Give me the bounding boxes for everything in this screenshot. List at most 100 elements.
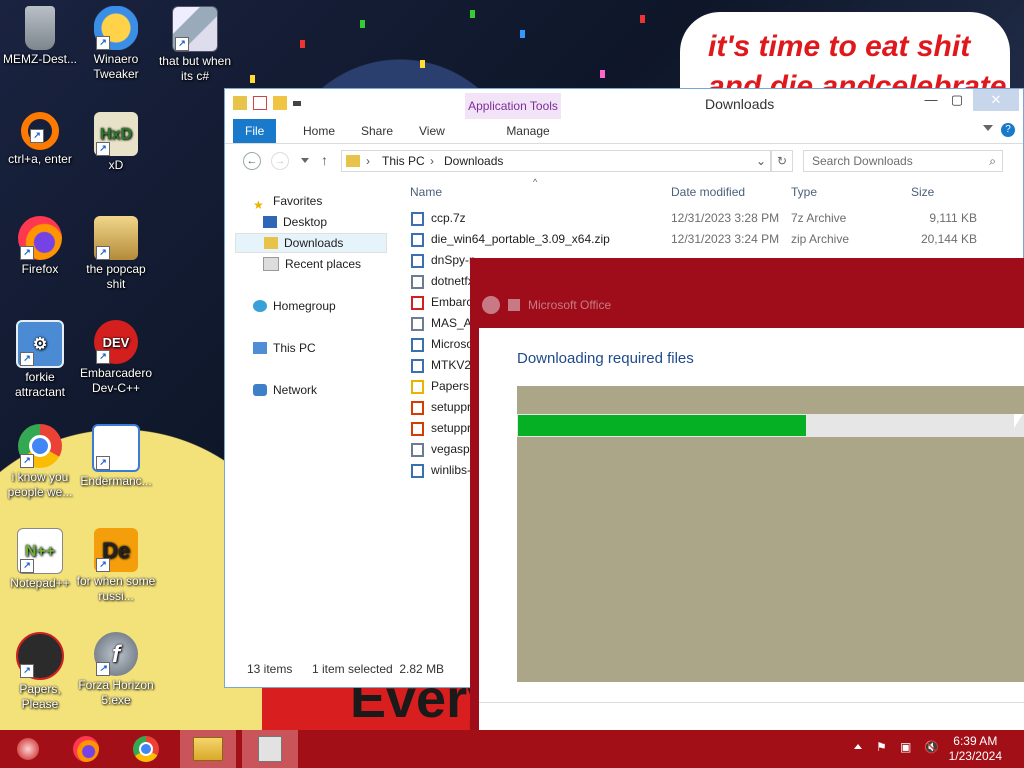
desktop-icon-devcpp[interactable]: DEV ↗ Embarcadero Dev-C++ xyxy=(76,320,156,396)
close-button[interactable]: ✕ xyxy=(973,89,1019,111)
office-icon xyxy=(508,299,520,311)
recent-locations-icon[interactable] xyxy=(301,158,309,163)
column-header-name[interactable]: Name xyxy=(410,185,442,199)
desktop-icon-die[interactable]: De ↗ for when some russi... xyxy=(76,528,156,604)
help-icon[interactable]: ? xyxy=(1001,123,1015,137)
tab-home[interactable]: Home xyxy=(291,119,347,143)
start-button[interactable] xyxy=(0,730,56,768)
desktop-icon-forkie[interactable]: ⚙ ↗ forkie attractant xyxy=(0,320,80,400)
firefox-icon xyxy=(73,736,99,762)
notepadpp-icon: N++ ↗ xyxy=(17,528,63,574)
nav-homegroup[interactable]: Homegroup xyxy=(253,296,336,316)
maximize-button[interactable]: ▢ xyxy=(943,89,971,111)
taskbar-chrome[interactable] xyxy=(118,730,174,768)
clock[interactable]: 6:39 AM 1/23/2024 xyxy=(949,734,1002,764)
nav-this-pc[interactable]: This PC xyxy=(253,338,316,358)
desktop-icon-firefox[interactable]: ↗ Firefox xyxy=(0,216,80,277)
column-header-date[interactable]: Date modified xyxy=(671,185,745,199)
installer-icon xyxy=(411,443,424,457)
volume-muted-icon[interactable]: 🔇 xyxy=(924,740,939,754)
column-header-type[interactable]: Type xyxy=(791,185,817,199)
ribbon-expand-icon[interactable] xyxy=(983,125,993,131)
desktop-icon-memz[interactable]: MEMZ-Dest... xyxy=(0,6,80,67)
taskbar-installer[interactable] xyxy=(242,730,298,768)
file-name: vegaspr xyxy=(431,442,474,456)
file-row[interactable]: die_win64_portable_3.09_x64.zip 12/31/202… xyxy=(411,229,991,250)
desktop-icon-label: Forza Horizon 5:exe xyxy=(78,678,154,707)
desktop-icon-label: Endermanc... xyxy=(80,474,152,488)
taskbar-file-explorer[interactable] xyxy=(180,730,236,768)
desktop-icon-label: forkie attractant xyxy=(14,370,66,399)
confetti xyxy=(600,70,605,78)
window-title: Downloads xyxy=(705,96,775,112)
minimize-button[interactable]: — xyxy=(917,89,945,111)
desktop-icon-chrome[interactable]: ↗ i know you people we... xyxy=(0,424,80,500)
start-icon xyxy=(17,738,39,760)
progress-fill xyxy=(518,415,806,436)
desktop-icon-xd[interactable]: HxD ↗ xD xyxy=(76,112,156,173)
desktop-icon-winaero[interactable]: ↗ Winaero Tweaker xyxy=(76,6,156,82)
refresh-button[interactable]: ↻ xyxy=(771,150,793,172)
chevron-down-icon[interactable] xyxy=(293,101,301,106)
nav-downloads[interactable]: Downloads xyxy=(235,233,387,253)
desktop-icon-endermanch[interactable]: ↗ Endermanc... xyxy=(76,424,156,489)
file-explorer-icon xyxy=(193,737,223,761)
desktop-icon-thatbut[interactable]: ↗ that but when its c# xyxy=(155,6,235,84)
back-button[interactable]: ← xyxy=(243,152,261,170)
nav-recent-places[interactable]: Recent places xyxy=(263,254,361,274)
document-window-icon: ↗ xyxy=(92,424,140,472)
search-input[interactable]: Search Downloads ⌕ xyxy=(803,150,1003,172)
network-icon[interactable]: ▣ xyxy=(900,740,911,754)
breadcrumb-downloads[interactable]: Downloads xyxy=(444,151,503,171)
breadcrumb-separator-icon: › xyxy=(366,154,370,168)
confetti xyxy=(470,10,475,18)
installer-titlebar[interactable]: Microsoft Office xyxy=(482,296,611,314)
folder-icon[interactable] xyxy=(233,96,247,110)
address-bar[interactable]: › This PC › Downloads ⌄ xyxy=(341,150,771,172)
nav-network[interactable]: Network xyxy=(253,380,317,400)
file-name: MAS_AI xyxy=(431,316,476,330)
desktop-icon-label: that but when its c# xyxy=(158,54,232,83)
chevron-down-icon[interactable]: ⌄ xyxy=(756,151,766,171)
desktop-icon-popcap[interactable]: ↗ the popcap shit xyxy=(76,216,156,292)
tab-share[interactable]: Share xyxy=(349,119,405,143)
archive-icon xyxy=(411,212,424,226)
file-name: Microso xyxy=(431,337,474,351)
tab-file[interactable]: File xyxy=(233,119,277,143)
network-icon xyxy=(253,384,267,396)
file-name: die_win64_portable_3.09_x64.zip xyxy=(431,232,610,246)
explorer-titlebar[interactable]: Application Tools Downloads — ▢ ✕ xyxy=(225,89,1023,119)
desktop-icon-label: for when some russi... xyxy=(76,574,156,603)
up-button[interactable]: ↑ xyxy=(321,152,328,168)
hxd-icon: HxD ↗ xyxy=(94,112,138,156)
confetti xyxy=(250,75,255,83)
status-selection: 1 item selected 2.82 MB xyxy=(312,662,445,676)
taskbar-firefox[interactable] xyxy=(58,730,114,768)
close-circle-icon[interactable] xyxy=(482,296,500,314)
desktop-icon-forza[interactable]: f ↗ Forza Horizon 5:exe xyxy=(76,632,156,708)
file-row[interactable]: ccp.7z 12/31/2023 3:28 PM 7z Archive 9,111 … xyxy=(411,208,991,229)
new-folder-icon[interactable] xyxy=(273,96,287,110)
nav-label: Recent places xyxy=(285,257,362,271)
breadcrumb-this-pc[interactable]: This PC xyxy=(382,151,425,171)
properties-icon[interactable] xyxy=(253,96,267,110)
file-name: MTKV2 xyxy=(431,358,472,372)
forward-button[interactable]: → xyxy=(271,152,289,170)
nav-favorites[interactable]: ★ Favorites xyxy=(253,191,322,212)
column-header-size[interactable]: Size xyxy=(911,185,934,199)
confetti xyxy=(420,60,425,68)
desktop-icon-ctrl-a[interactable]: ↗ ctrl+a, enter xyxy=(0,112,80,167)
divider xyxy=(479,702,1024,703)
folder-icon xyxy=(346,155,360,167)
desktop-icon-papers-please[interactable]: ↗ Papers, Please xyxy=(0,632,80,712)
flag-icon[interactable]: ⚑ xyxy=(876,740,887,754)
status-bar: 13 items 1 item selected 2.82 MB xyxy=(225,659,485,679)
tab-view[interactable]: View xyxy=(407,119,457,143)
show-hidden-icons[interactable] xyxy=(854,744,862,749)
installer-window[interactable]: Microsoft Office Downloading required fi… xyxy=(470,258,1024,744)
desktop-icon-notepadpp[interactable]: N++ ↗ Notepad++ xyxy=(0,528,80,591)
setup-icon xyxy=(411,380,424,394)
tab-manage[interactable]: Manage xyxy=(480,119,576,143)
file-date: 12/31/2023 3:24 PM xyxy=(671,232,780,246)
nav-desktop[interactable]: Desktop xyxy=(263,212,327,232)
